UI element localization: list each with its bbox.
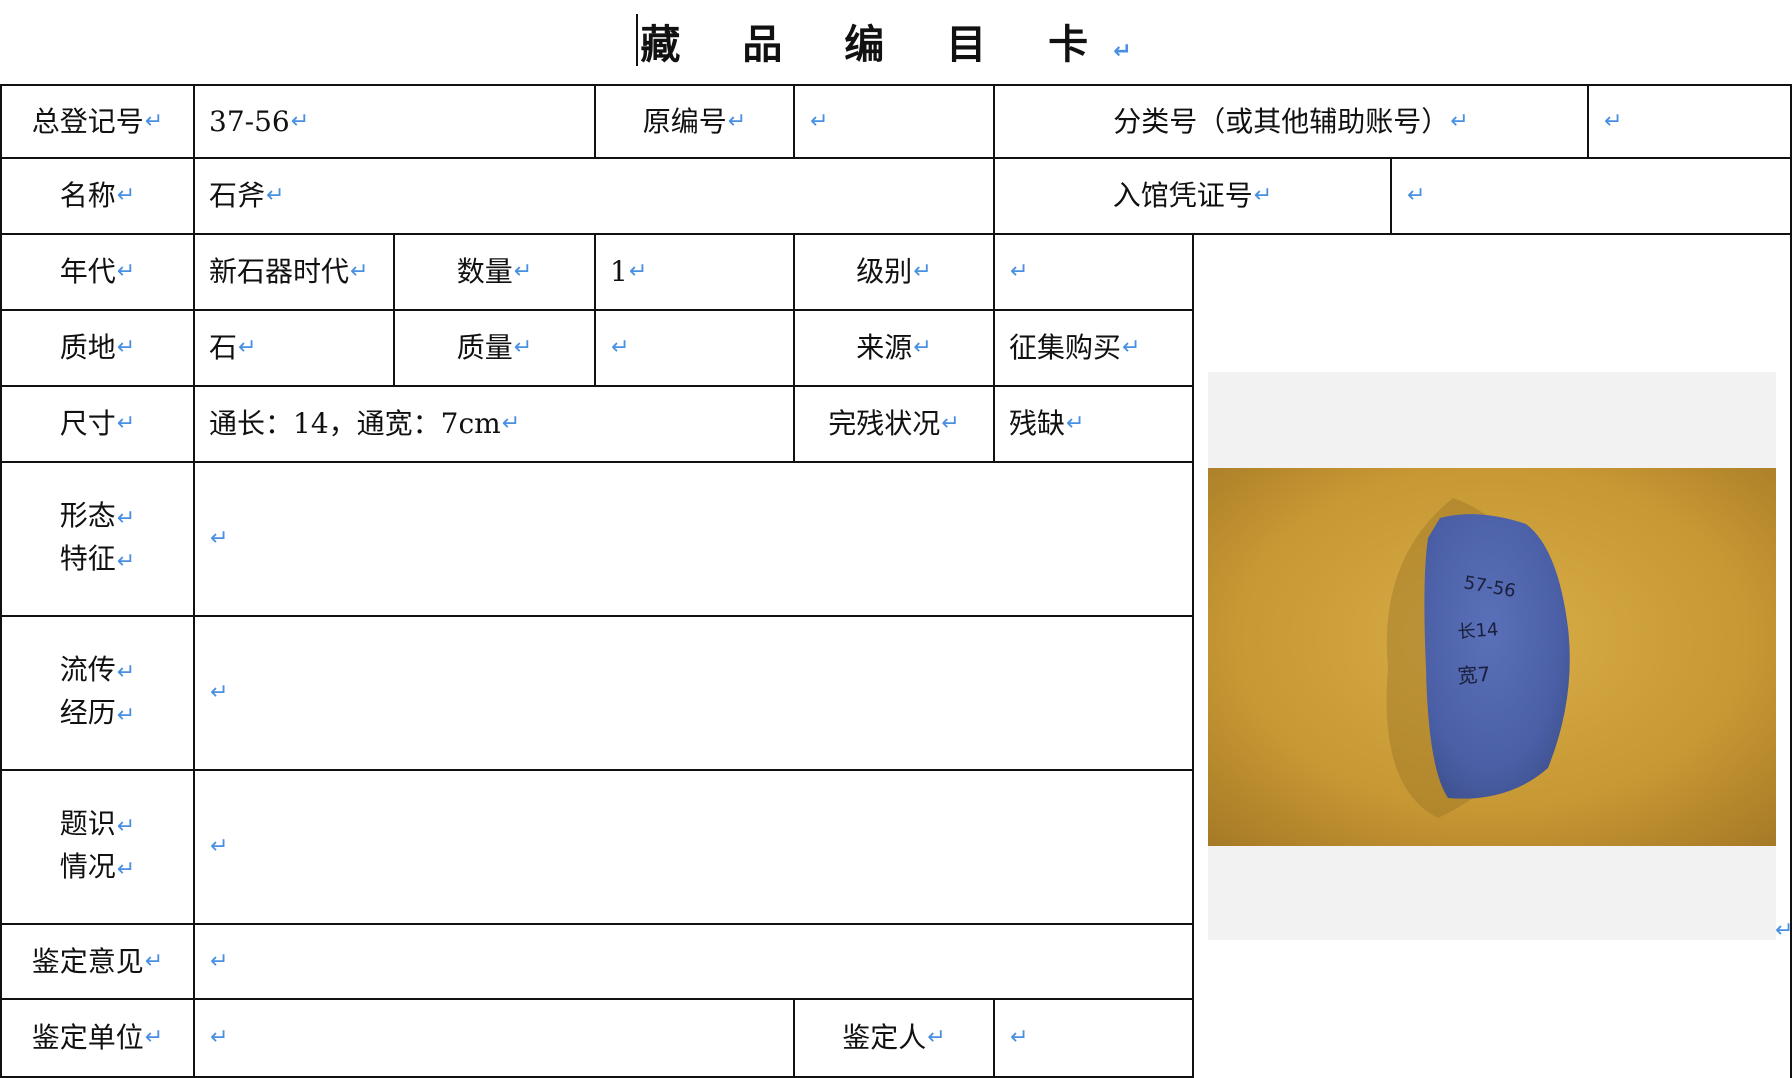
paragraph-mark-icon: ↵ (1775, 918, 1792, 943)
opinion-label: 鉴定意见 ↵ (0, 923, 195, 1000)
paragraph-mark-icon: ↵ (210, 948, 229, 974)
paragraph-mark-icon: ↵ (210, 680, 229, 705)
paragraph-mark-icon: ↵ (266, 183, 285, 208)
paragraph-mark-icon: ↵ (1122, 335, 1141, 360)
history-label: 流传↵ 经历↵ (0, 615, 195, 771)
quantity-field[interactable]: 1 ↵ (594, 233, 795, 311)
paragraph-mark-icon: ↵ (810, 108, 829, 134)
title-text: 藏 品 编 目 卡 (640, 22, 1113, 68)
paragraph-mark-icon: ↵ (1010, 1025, 1029, 1050)
register-no-label: 总登记号 ↵ (0, 84, 195, 159)
photo-frame: 57-56 长14 宽7 (1208, 372, 1776, 940)
paragraph-mark-icon: ↵ (913, 335, 932, 360)
era-field[interactable]: 新石器时代 ↵ (193, 233, 395, 311)
quantity-label: 数量 ↵ (393, 233, 596, 311)
handwriting-width: 宽7 (1457, 662, 1491, 688)
paragraph-mark-icon: ↵ (1604, 108, 1623, 134)
material-label: 质地 ↵ (0, 309, 195, 387)
stone-axe-image: 57-56 长14 宽7 (1208, 468, 1776, 846)
unit-label: 鉴定单位 ↵ (0, 998, 195, 1078)
appraiser-field[interactable]: ↵ (993, 998, 1194, 1078)
source-field[interactable]: 征集购买 ↵ (993, 309, 1194, 387)
class-no-label: 分类号（或其他辅助账号） ↵ (993, 84, 1589, 159)
artifact-photo: 57-56 长14 宽7 (1208, 468, 1776, 846)
paragraph-mark-icon: ↵ (116, 506, 136, 531)
register-no-field[interactable]: 37-56 ↵ (193, 84, 596, 159)
grade-label: 级别 ↵ (793, 233, 995, 311)
paragraph-mark-icon: ↵ (1010, 259, 1029, 284)
paragraph-mark-icon: ↵ (913, 259, 932, 284)
era-label: 年代 ↵ (0, 233, 195, 311)
name-label: 名称 ↵ (0, 157, 195, 235)
condition-field[interactable]: 残缺 ↵ (993, 385, 1194, 463)
paragraph-mark-icon: ↵ (116, 549, 136, 574)
paragraph-mark-icon: ↵ (513, 335, 533, 360)
paragraph-mark-icon: ↵ (501, 411, 521, 436)
inscription-field[interactable]: ↵ (193, 769, 1194, 925)
paragraph-mark-icon: ↵ (1407, 183, 1426, 208)
appraiser-label: 鉴定人 ↵ (793, 998, 995, 1078)
paragraph-mark-icon: ↵ (1113, 39, 1156, 64)
source-label: 来源 ↵ (793, 309, 995, 387)
grade-field[interactable]: ↵ (993, 233, 1194, 311)
size-field[interactable]: 通长：14，通宽：7cm ↵ (193, 385, 795, 463)
paragraph-mark-icon: ↵ (116, 660, 136, 685)
paragraph-mark-icon: ↵ (144, 1025, 164, 1050)
paragraph-mark-icon: ↵ (116, 857, 136, 882)
name-field[interactable]: 石斧 ↵ (193, 157, 995, 235)
text-cursor (636, 14, 639, 66)
condition-label: 完残状况 ↵ (793, 385, 995, 463)
weight-label: 质量 ↵ (393, 309, 596, 387)
paragraph-mark-icon: ↵ (144, 948, 164, 974)
paragraph-mark-icon: ↵ (1066, 411, 1085, 436)
paragraph-mark-icon: ↵ (210, 1025, 229, 1050)
paragraph-mark-icon: ↵ (611, 335, 630, 360)
paragraph-mark-icon: ↵ (210, 526, 229, 551)
class-no-field[interactable]: ↵ (1587, 84, 1792, 159)
paragraph-mark-icon: ↵ (290, 108, 310, 134)
unit-field[interactable]: ↵ (193, 998, 795, 1078)
paragraph-mark-icon: ↵ (116, 335, 136, 360)
opinion-field[interactable]: ↵ (193, 923, 1194, 1000)
paragraph-mark-icon: ↵ (727, 108, 747, 134)
form-label: 形态↵ 特征↵ (0, 461, 195, 617)
orig-no-label: 原编号 ↵ (594, 84, 795, 159)
form-field[interactable]: ↵ (193, 461, 1194, 617)
material-field[interactable]: 石 ↵ (193, 309, 395, 387)
history-field[interactable]: ↵ (193, 615, 1194, 771)
paragraph-mark-icon: ↵ (116, 814, 136, 839)
paragraph-mark-icon: ↵ (1450, 108, 1469, 134)
paragraph-mark-icon: ↵ (116, 411, 136, 436)
size-label: 尺寸 ↵ (0, 385, 195, 463)
card-title: 藏 品 编 目 卡↵ (0, 14, 1792, 82)
paragraph-mark-icon: ↵ (350, 259, 369, 284)
entry-voucher-field[interactable]: ↵ (1390, 157, 1792, 235)
paragraph-mark-icon: ↵ (116, 259, 136, 284)
paragraph-mark-icon: ↵ (628, 259, 648, 284)
orig-no-field[interactable]: ↵ (793, 84, 995, 159)
paragraph-mark-icon: ↵ (513, 259, 533, 284)
paragraph-mark-icon: ↵ (1253, 183, 1273, 208)
paragraph-mark-icon: ↵ (941, 411, 960, 436)
paragraph-mark-icon: ↵ (238, 335, 257, 360)
paragraph-mark-icon: ↵ (144, 108, 164, 134)
inscription-label: 题识↵ 情况↵ (0, 769, 195, 925)
paragraph-mark-icon: ↵ (116, 703, 136, 728)
paragraph-mark-icon: ↵ (210, 834, 229, 859)
entry-voucher-label: 入馆凭证号 ↵ (993, 157, 1392, 235)
stone-axe (1424, 514, 1570, 799)
handwriting-length: 长14 (1457, 619, 1499, 643)
paragraph-mark-icon: ↵ (116, 183, 136, 208)
paragraph-mark-icon: ↵ (927, 1025, 946, 1050)
weight-field[interactable]: ↵ (594, 309, 795, 387)
